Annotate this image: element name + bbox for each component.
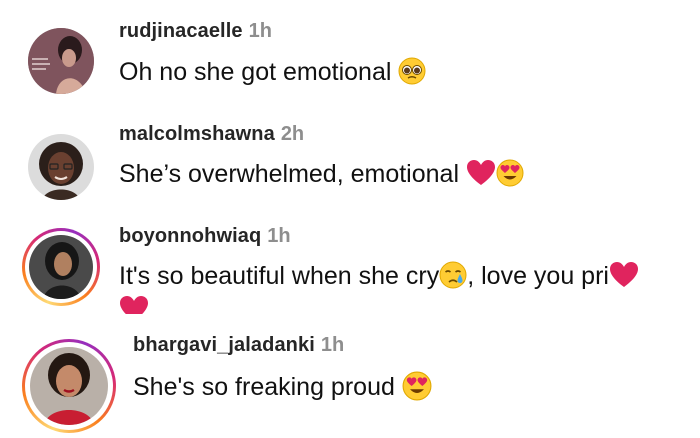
crying-face-icon	[439, 261, 467, 289]
avatar-photo	[28, 28, 94, 94]
comment-username[interactable]: bhargavi_jaladanki	[133, 334, 315, 356]
comment-timestamp: 1h	[320, 334, 345, 356]
heart-eyes-face-icon	[402, 371, 432, 401]
comment-text-row: She's so freaking proud	[133, 371, 432, 403]
comment-text: Oh no she got emotional	[119, 58, 392, 86]
comment-text: It's so beautiful when she cry	[119, 262, 440, 290]
story-ring[interactable]	[22, 339, 116, 433]
heart-eyes-face-icon	[496, 159, 524, 187]
avatar[interactable]	[28, 134, 94, 200]
avatar-photo	[30, 347, 108, 425]
comment-item: malcolmshawna 2h She’s overwhelmed, emoti…	[0, 110, 700, 210]
comment-text: She's so freaking proud	[133, 373, 402, 401]
comment-username[interactable]: malcolmshawna	[119, 123, 275, 145]
comment-item: rudjinacaelle 1h Oh no she got emotional	[0, 0, 700, 110]
comment-text-wrap	[119, 290, 149, 314]
avatar-photo	[29, 235, 93, 299]
comment-username[interactable]: rudjinacaelle	[119, 20, 243, 42]
story-ring[interactable]	[22, 228, 100, 306]
comment-text-row: Oh no she got emotional	[119, 56, 426, 88]
red-heart-icon	[609, 261, 639, 289]
comment-timestamp: 1h	[267, 225, 291, 247]
comment-text-row: It's so beautiful when she cry , love yo…	[119, 260, 639, 292]
comment-username[interactable]: boyonnohwiaq	[119, 225, 261, 247]
comment-item: bhargavi_jaladanki 1h She's so freaking p…	[0, 325, 700, 438]
comment-text-continued: , love you pri	[467, 262, 609, 290]
pleading-face-icon	[398, 57, 426, 85]
comment-timestamp: 2h	[280, 123, 305, 145]
avatar[interactable]	[28, 28, 94, 94]
comment-text-row: She’s overwhelmed, emotional	[119, 158, 524, 190]
avatar	[29, 235, 93, 299]
comment-text: She’s overwhelmed, emotional	[119, 160, 460, 188]
comment-item: boyonnohwiaq 1h It's so beautiful when sh…	[0, 210, 700, 325]
red-heart-icon	[466, 159, 496, 187]
comment-timestamp: 1h	[248, 20, 272, 42]
avatar	[30, 347, 108, 425]
red-heart-icon	[119, 295, 149, 314]
avatar-photo	[28, 134, 94, 200]
